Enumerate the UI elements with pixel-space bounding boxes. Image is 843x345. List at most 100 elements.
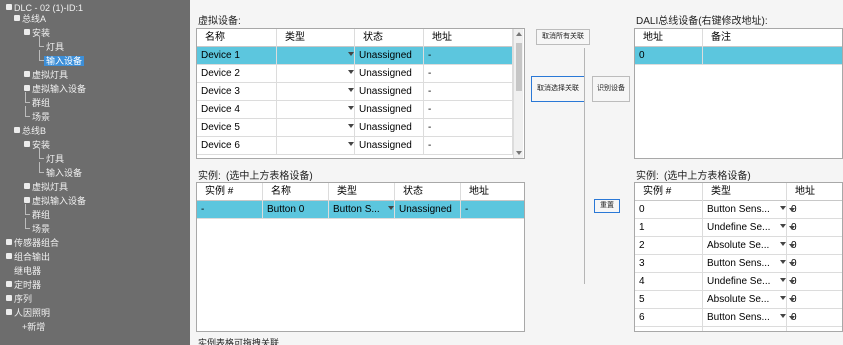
device-name-cell[interactable]: Device 1 <box>197 47 277 65</box>
dropdown-arrow-icon[interactable] <box>348 70 354 74</box>
table-row[interactable]: 3 Button Sens... 0 <box>635 255 842 273</box>
expand-toggle-icon[interactable] <box>14 127 20 133</box>
address-arrow-icon[interactable] <box>789 244 795 248</box>
tree-node[interactable]: 虚拟灯具 <box>24 70 68 80</box>
table-row[interactable]: 5 Absolute Se... 0 <box>635 291 842 309</box>
column-header[interactable]: 备注 <box>703 29 842 47</box>
device-type-dropdown[interactable] <box>277 47 355 65</box>
dali-note-cell[interactable] <box>703 47 842 65</box>
vertical-scrollbar[interactable] <box>513 29 523 158</box>
dali-instance-address-dropdown[interactable]: 0 <box>787 219 842 237</box>
dali-instance-address-dropdown[interactable]: 0 <box>787 327 842 331</box>
device-name-cell[interactable]: Device 5 <box>197 119 277 137</box>
tree-node[interactable]: 灯具 <box>39 148 64 164</box>
dali-address-cell[interactable]: 0 <box>635 47 703 65</box>
tree-node[interactable]: +新增 <box>22 322 45 332</box>
table-row[interactable]: Device 3 Unassigned - <box>197 83 513 101</box>
expand-toggle-icon[interactable] <box>24 85 30 91</box>
dali-instance-type-dropdown[interactable]: Absolute Se... <box>703 237 787 255</box>
tree-node[interactable]: 传感器组合 <box>6 238 59 248</box>
scroll-down-icon[interactable] <box>516 151 522 155</box>
dropdown-arrow-icon[interactable] <box>780 242 786 246</box>
device-name-cell[interactable]: Device 2 <box>197 65 277 83</box>
dropdown-arrow-icon[interactable] <box>780 278 786 282</box>
expand-toggle-icon[interactable] <box>6 295 12 301</box>
dropdown-arrow-icon[interactable] <box>780 314 786 318</box>
dropdown-arrow-icon[interactable] <box>388 206 394 210</box>
tree-node[interactable]: 群组 <box>25 204 50 220</box>
device-name-cell[interactable]: Device 6 <box>197 137 277 155</box>
column-header[interactable]: 状态 <box>395 183 461 201</box>
expand-toggle-icon[interactable] <box>6 239 12 245</box>
column-header[interactable]: 地址 <box>424 29 513 47</box>
device-name-cell[interactable]: Device 3 <box>197 83 277 101</box>
table-row[interactable]: 7Button Sens...0 <box>635 327 842 331</box>
column-header[interactable]: 实例 # <box>635 183 703 201</box>
instance-type-dropdown[interactable]: Button S... <box>329 201 395 219</box>
dali-instance-address-dropdown[interactable]: 0 <box>787 255 842 273</box>
table-row[interactable]: Device 2 Unassigned - <box>197 65 513 83</box>
tree-node[interactable]: 输入设备 <box>39 162 82 178</box>
reset-button[interactable]: 重置 <box>594 199 620 213</box>
dropdown-arrow-icon[interactable] <box>348 52 354 56</box>
dropdown-arrow-icon[interactable] <box>780 260 786 264</box>
expand-toggle-icon[interactable] <box>14 15 20 21</box>
tree-node[interactable]: DLC - 02 (1)-ID:1 <box>6 3 83 13</box>
tree-node[interactable]: 组合输出 <box>6 252 50 262</box>
expand-toggle-icon[interactable] <box>24 71 30 77</box>
table-row[interactable]: Device 5 Unassigned - <box>197 119 513 137</box>
virtual-devices-table[interactable]: 名称 类型 状态 地址 Device 1 Unassigned - Device 2 Unass… <box>196 28 525 159</box>
address-arrow-icon[interactable] <box>789 226 795 230</box>
column-header[interactable]: 状态 <box>355 29 424 47</box>
dali-instance-address-dropdown[interactable]: 0 <box>787 237 842 255</box>
table-row[interactable]: 0 <box>635 47 842 65</box>
dali-instance-address-dropdown[interactable]: 0 <box>787 291 842 309</box>
address-arrow-icon[interactable] <box>789 316 795 320</box>
dropdown-arrow-icon[interactable] <box>780 224 786 228</box>
dali-instance-address-dropdown[interactable]: 0 <box>787 309 842 327</box>
column-header[interactable]: 地址 <box>635 29 703 47</box>
dropdown-arrow-icon[interactable] <box>348 106 354 110</box>
project-tree[interactable]: DLC - 02 (1)-ID:1 总线A 安装 灯具 输入设备 虚拟灯具 虚拟输入设备 群组… <box>0 0 190 345</box>
column-header[interactable]: 地址 <box>787 183 842 201</box>
tree-node[interactable]: 人因照明 <box>6 308 50 318</box>
expand-toggle-icon[interactable] <box>24 29 30 35</box>
dali-instance-type-dropdown[interactable]: Undefine Se... <box>703 219 787 237</box>
tree-node[interactable]: 灯具 <box>39 36 64 52</box>
column-header[interactable]: 类型 <box>703 183 787 201</box>
identify-device-button[interactable]: 识别设备 <box>592 76 630 102</box>
dali-instance-type-dropdown[interactable]: Button Sens... <box>703 255 787 273</box>
table-row[interactable]: 0 Button Sens... 0 <box>635 201 842 219</box>
expand-toggle-icon[interactable] <box>6 309 12 315</box>
column-header[interactable]: 地址 <box>461 183 524 201</box>
tree-node[interactable]: 群组 <box>25 92 50 108</box>
table-row[interactable]: Device 6 Unassigned - <box>197 137 513 155</box>
device-type-dropdown[interactable] <box>277 119 355 137</box>
cancel-all-associations-button[interactable]: 取消所有关联 <box>536 29 590 45</box>
expand-toggle-icon[interactable] <box>24 197 30 203</box>
tree-node[interactable]: 定时器 <box>6 280 41 290</box>
column-header[interactable]: 实例 # <box>197 183 263 201</box>
column-header[interactable]: 名称 <box>263 183 329 201</box>
dropdown-arrow-icon[interactable] <box>348 142 354 146</box>
device-name-cell[interactable]: Device 4 <box>197 101 277 119</box>
table-row[interactable]: 2 Absolute Se... 0 <box>635 237 842 255</box>
expand-toggle-icon[interactable] <box>24 183 30 189</box>
dali-devices-table[interactable]: 地址 备注 0 <box>634 28 843 159</box>
scroll-up-icon[interactable] <box>516 32 522 36</box>
tree-node[interactable]: 虚拟输入设备 <box>24 84 86 94</box>
dropdown-arrow-icon[interactable] <box>348 88 354 92</box>
dali-instance-type-dropdown[interactable]: Undefine Se... <box>703 273 787 291</box>
table-row[interactable]: 4 Undefine Se... 0 <box>635 273 842 291</box>
instances-table[interactable]: 实例 # 名称 类型 状态 地址 - Button 0 Button S... Unassign… <box>196 182 525 332</box>
expand-toggle-icon[interactable] <box>6 253 12 259</box>
dali-instance-address-dropdown[interactable]: 0 <box>787 201 842 219</box>
expand-toggle-icon[interactable] <box>6 4 12 10</box>
address-arrow-icon[interactable] <box>789 280 795 284</box>
expand-toggle-icon[interactable] <box>6 281 12 287</box>
tree-node[interactable]: 序列 <box>6 294 32 304</box>
column-header[interactable]: 名称 <box>197 29 277 47</box>
dali-instance-type-dropdown[interactable]: Absolute Se... <box>703 291 787 309</box>
dali-instance-type-dropdown[interactable]: Button Sens... <box>703 201 787 219</box>
tree-node[interactable]: 总线A <box>14 14 46 24</box>
